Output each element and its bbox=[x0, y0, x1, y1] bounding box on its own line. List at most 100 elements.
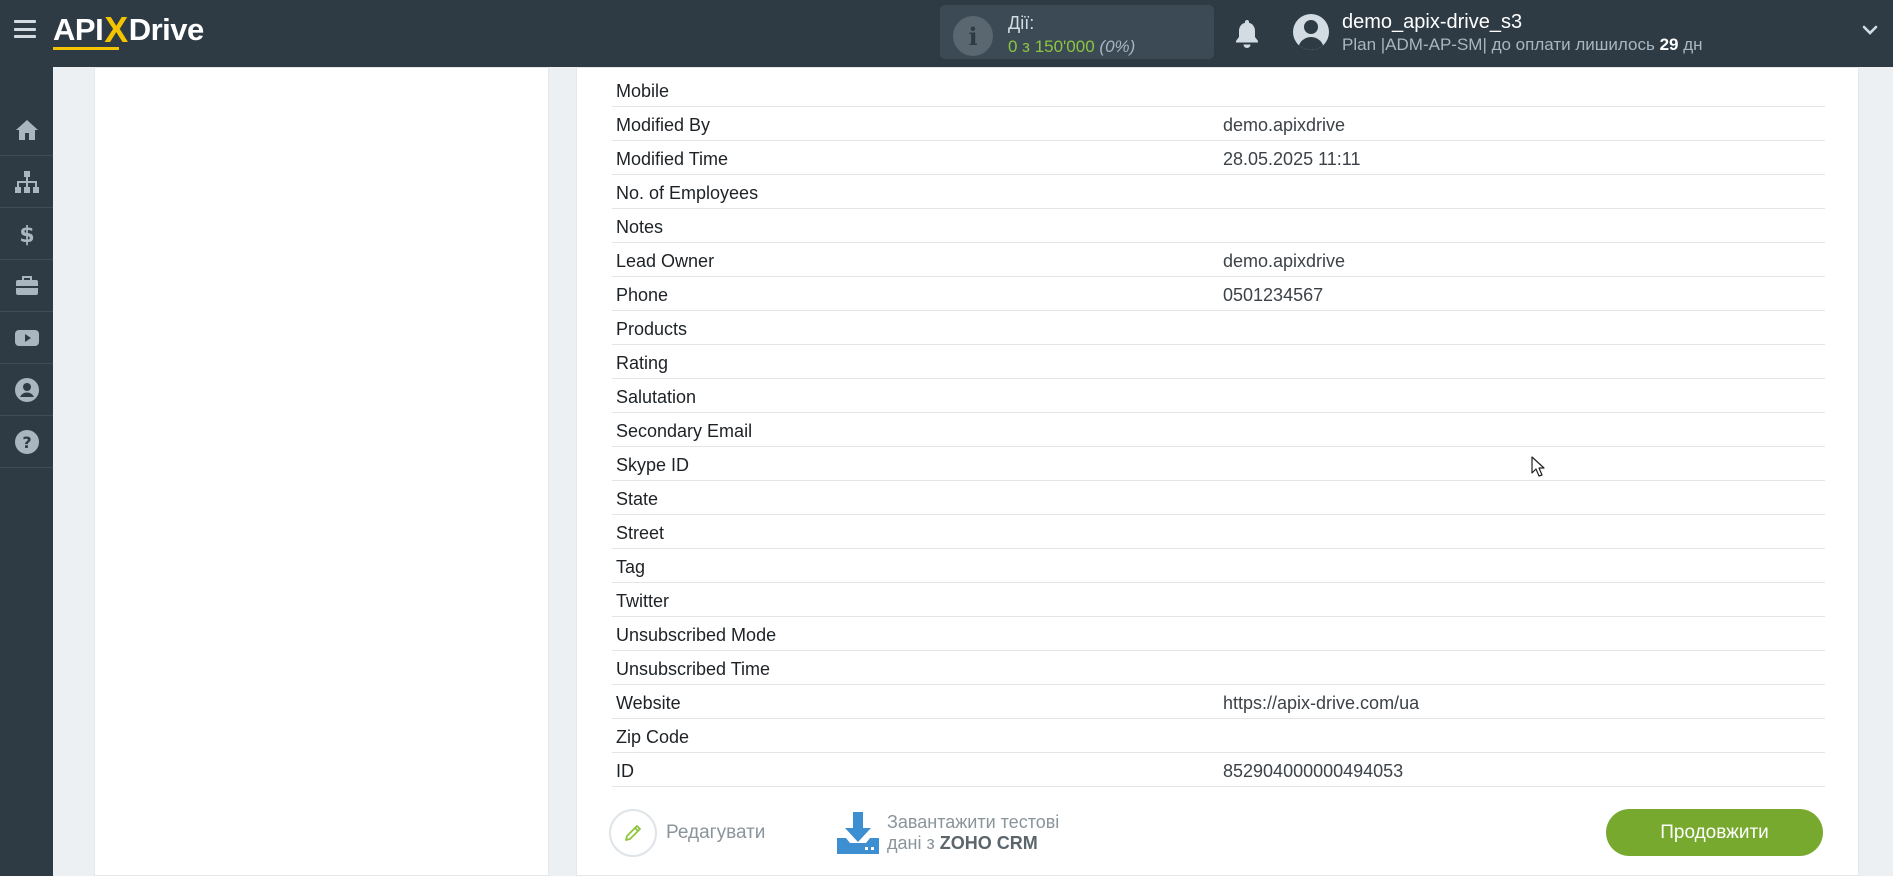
user-circle-icon bbox=[14, 377, 39, 402]
sidebar-item-account[interactable] bbox=[0, 364, 53, 416]
download-icon bbox=[837, 812, 879, 854]
table-row: ID 852904000000494053 bbox=[612, 753, 1825, 787]
sidebar-item-help[interactable]: ? bbox=[0, 416, 53, 468]
field-value: demo.apixdrive bbox=[1223, 115, 1346, 135]
field-key: Modified Time bbox=[616, 149, 729, 169]
field-value: https://apix-drive.com/ua bbox=[1223, 693, 1420, 713]
plan-info: Plan |ADM-AP-SM| до оплати лишилось 29 д… bbox=[1342, 35, 1703, 55]
field-key: Mobile bbox=[616, 81, 670, 101]
plan-text: Plan |ADM-AP-SM| до оплати лишилось bbox=[1342, 35, 1655, 54]
table-row: No. of Employees bbox=[612, 175, 1825, 209]
mouse-cursor-icon bbox=[1531, 456, 1545, 477]
fields-table: Mobile Modified By demo.apixdrive Modified … bbox=[612, 73, 1825, 787]
download-test-data-button[interactable]: Завантажити тестові дані з ZOHO CRM bbox=[835, 810, 1059, 856]
pencil-icon bbox=[625, 825, 641, 841]
field-key: Twitter bbox=[616, 591, 670, 611]
table-row: Modified Time 28.05.2025 11:11 bbox=[612, 141, 1825, 175]
field-value: demo.apixdrive bbox=[1223, 251, 1346, 271]
field-key: ID bbox=[616, 761, 634, 781]
sidebar-item-connections[interactable] bbox=[0, 156, 53, 208]
field-value: 28.05.2025 11:11 bbox=[1223, 149, 1361, 169]
table-row: Mobile bbox=[612, 73, 1825, 107]
sidebar-item-home[interactable] bbox=[0, 104, 53, 156]
field-key: State bbox=[616, 489, 659, 509]
plan-days-unit: дн bbox=[1683, 35, 1703, 54]
dollar-icon: $ bbox=[19, 223, 34, 247]
field-key: Street bbox=[616, 523, 665, 543]
table-row: Secondary Email bbox=[612, 413, 1825, 447]
field-key: Tag bbox=[616, 557, 646, 577]
table-row: Modified By demo.apixdrive bbox=[612, 107, 1825, 141]
field-key: Salutation bbox=[616, 387, 697, 407]
table-row: Lead Owner demo.apixdrive bbox=[612, 243, 1825, 277]
field-key: Website bbox=[616, 693, 681, 713]
edit-button[interactable]: Редагувати bbox=[609, 809, 765, 857]
field-key: No. of Employees bbox=[616, 183, 759, 203]
bell-icon[interactable] bbox=[1233, 18, 1261, 48]
download-label: Завантажити тестові дані з ZOHO CRM bbox=[887, 812, 1059, 854]
chevron-down-icon[interactable] bbox=[1862, 22, 1878, 38]
field-key: Unsubscribed Time bbox=[616, 659, 771, 679]
field-key: Products bbox=[616, 319, 688, 339]
field-key: Rating bbox=[616, 353, 669, 373]
table-row: Skype ID bbox=[612, 447, 1825, 481]
field-value: 852904000000494053 bbox=[1223, 761, 1404, 781]
table-row: Rating bbox=[612, 345, 1825, 379]
help-icon: ? bbox=[14, 429, 39, 454]
data-preview-panel: Mobile Modified By demo.apixdrive Modified … bbox=[576, 67, 1859, 876]
field-key: Secondary Email bbox=[616, 421, 753, 441]
actions-counter[interactable]: i Дії: 0 з 150'000 (0%) bbox=[940, 5, 1214, 59]
table-row: Zip Code bbox=[612, 719, 1825, 753]
field-key: Skype ID bbox=[616, 455, 690, 475]
menu-icon[interactable] bbox=[14, 20, 36, 38]
logo-part-x: X bbox=[104, 9, 128, 50]
edit-label: Редагувати bbox=[666, 822, 766, 843]
table-row: Salutation bbox=[612, 379, 1825, 413]
table-row: Unsubscribed Time bbox=[612, 651, 1825, 685]
table-row: State bbox=[612, 481, 1825, 515]
svg-text:$: $ bbox=[19, 223, 34, 247]
home-icon bbox=[15, 119, 38, 140]
actions-count: 0 з 150'000 (0%) bbox=[1008, 37, 1135, 57]
logo-part-drive: Drive bbox=[128, 12, 205, 47]
sidebar: $ ? bbox=[0, 67, 53, 876]
field-key: Unsubscribed Mode bbox=[616, 625, 777, 645]
sidebar-item-billing[interactable]: $ bbox=[0, 208, 53, 260]
download-line2: дані з ZOHO CRM bbox=[887, 833, 1059, 854]
field-key: Zip Code bbox=[616, 727, 690, 747]
field-key: Notes bbox=[616, 217, 664, 237]
actions-count-value: 0 з 150'000 bbox=[1008, 37, 1095, 56]
avatar[interactable] bbox=[1293, 14, 1329, 50]
download-line1: Завантажити тестові bbox=[887, 812, 1060, 832]
download-brand: ZOHO CRM bbox=[939, 833, 1038, 853]
table-row: Street bbox=[612, 515, 1825, 549]
user-name[interactable]: demo_apix-drive_s3 bbox=[1342, 11, 1522, 34]
briefcase-icon bbox=[15, 275, 38, 295]
table-row: Unsubscribed Mode bbox=[612, 617, 1825, 651]
table-row: Twitter bbox=[612, 583, 1825, 617]
edit-circle bbox=[609, 809, 657, 857]
table-row: Products bbox=[612, 311, 1825, 345]
top-bar: API X Drive i Дії: 0 з 150'000 (0%) demo_a… bbox=[0, 0, 1893, 67]
table-row: Phone 0501234567 bbox=[612, 277, 1825, 311]
info-icon: i bbox=[953, 16, 993, 56]
actions-percent: (0%) bbox=[1099, 37, 1136, 56]
continue-button[interactable]: Продовжити bbox=[1606, 809, 1823, 856]
table-row: Website https://apix-drive.com/ua bbox=[612, 685, 1825, 719]
field-value: 0501234567 bbox=[1223, 285, 1324, 305]
sidebar-item-video[interactable] bbox=[0, 312, 53, 364]
plan-days: 29 bbox=[1659, 35, 1679, 54]
field-key: Modified By bbox=[616, 115, 711, 135]
svg-text:?: ? bbox=[22, 433, 31, 452]
logo[interactable]: API X Drive bbox=[53, 9, 205, 50]
download-line2-prefix: дані з bbox=[887, 833, 935, 853]
table-row: Notes bbox=[612, 209, 1825, 243]
field-key: Phone bbox=[616, 285, 669, 305]
left-panel bbox=[94, 67, 549, 876]
sidebar-item-projects[interactable] bbox=[0, 260, 53, 312]
table-row: Tag bbox=[612, 549, 1825, 583]
actions-label: Дії: bbox=[1008, 13, 1035, 33]
logo-part-api: API bbox=[53, 12, 104, 47]
youtube-icon bbox=[14, 329, 39, 346]
field-key: Lead Owner bbox=[616, 251, 715, 271]
